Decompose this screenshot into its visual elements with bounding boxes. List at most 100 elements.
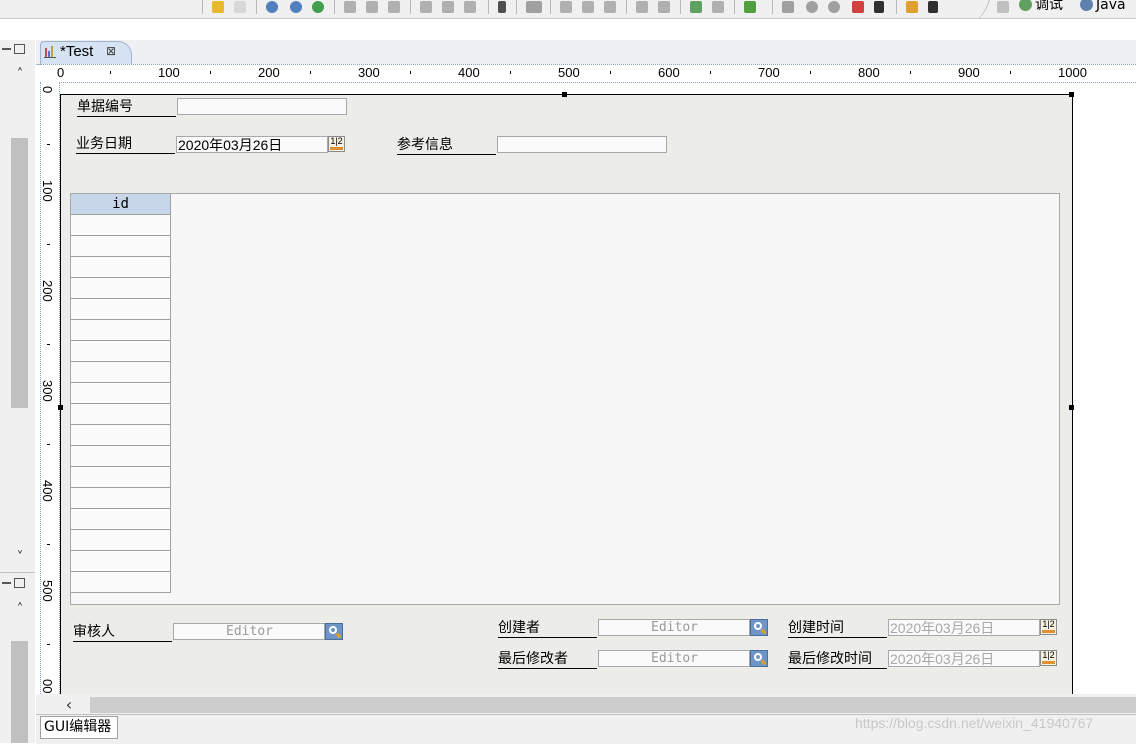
creator-field[interactable]: Editor [598,619,750,636]
reviewer-field[interactable]: Editor [173,623,325,640]
table-row[interactable] [71,362,171,383]
zoom-out-icon[interactable] [290,1,302,13]
calendar-icon[interactable]: 1|2 [1040,650,1057,666]
main-toolbar: 调试 Java [0,0,1136,19]
ruler-icon[interactable] [526,1,542,13]
resize-handle-top-right[interactable] [1069,92,1074,97]
calendar-icon[interactable]: 1|2 [328,136,345,152]
ruler-tick [310,71,311,74]
align-middle-icon[interactable] [442,1,454,13]
distribute-vertical-icon[interactable] [658,1,670,13]
minimize-view-icon[interactable] [2,582,11,584]
layout-table-icon[interactable] [604,1,616,13]
maximize-view-icon[interactable] [14,44,25,54]
business-date-field[interactable]: 2020年03月26日 [176,136,328,153]
creator-lookup-button[interactable] [750,619,768,636]
bill-no-field[interactable] [177,98,347,115]
edit-script-icon[interactable] [712,1,724,13]
ruler-tick [47,344,50,345]
toolbar-separator [488,0,489,14]
deploy-icon[interactable] [744,1,756,13]
table-row[interactable] [71,446,171,467]
resize-handle-right[interactable] [1069,405,1074,410]
vertical-scrollbar-thumb[interactable] [11,138,28,408]
ruler-tick [47,544,50,545]
table-row[interactable] [71,530,171,551]
table-row[interactable] [71,215,171,236]
toolbar-separator [896,0,897,14]
minimize-view-icon[interactable] [2,48,11,50]
last-modifier-field[interactable]: Editor [598,650,750,667]
table-row[interactable] [71,299,171,320]
perspective-debug[interactable]: 调试 [1019,0,1063,13]
table-row[interactable] [71,404,171,425]
table-row[interactable] [71,572,171,593]
table-header-id[interactable]: id [71,194,171,215]
ruler-label: 900 [958,65,980,80]
align-right-icon[interactable] [388,1,400,13]
distribute-icon[interactable] [636,1,648,13]
ruler-tick [410,71,411,74]
table-row[interactable] [71,383,171,404]
ruler-label: 00 [40,679,55,694]
scroll-up-arrow-icon[interactable]: ˄ [12,603,28,617]
undo-icon[interactable] [212,1,224,13]
reviewer-lookup-button[interactable] [325,623,343,640]
calendar-icon[interactable]: 1|2 [1040,619,1057,635]
last-modifier-lookup-button[interactable] [750,650,768,667]
refresh-icon[interactable] [312,1,324,13]
perspective-java[interactable]: Java [1080,0,1126,13]
align-left-icon[interactable] [344,1,356,13]
close-tab-icon[interactable]: ⊠ [106,43,116,59]
scroll-up-arrow-icon[interactable]: ˄ [12,68,28,82]
run-config-icon[interactable] [852,1,864,13]
open-perspective-icon[interactable] [997,1,1009,13]
business-date-label: 业务日期 [76,136,175,154]
table-row[interactable] [71,320,171,341]
step-icon[interactable] [782,1,794,13]
stop-icon[interactable] [828,1,840,13]
table-row[interactable] [71,236,171,257]
zoom-in-icon[interactable] [266,1,278,13]
last-modified-time-field[interactable]: 2020年03月26日 [888,650,1040,667]
view-controls-top [0,44,25,56]
dropdown-arrow-icon[interactable] [874,1,884,13]
table-row[interactable] [71,257,171,278]
ruler-label: 700 [758,65,780,80]
table-row[interactable] [71,509,171,530]
layout-icon[interactable] [560,1,572,13]
align-top-icon[interactable] [420,1,432,13]
debug-perspective-icon [1019,0,1032,11]
data-table[interactable] [70,193,1060,605]
redo-icon[interactable] [234,1,246,13]
layout-grid-icon[interactable] [582,1,594,13]
resize-handle-left[interactable] [58,405,63,410]
table-row[interactable] [71,467,171,488]
calendar-icon-text: 1|2 [1042,650,1055,660]
bill-no-label: 单据编号 [77,99,176,117]
resize-handle-top[interactable] [562,92,567,97]
scroll-down-arrow-icon[interactable]: ˅ [12,551,28,565]
edit-properties-icon[interactable] [690,1,702,13]
table-row[interactable] [71,341,171,362]
table-row[interactable] [71,425,171,446]
align-bottom-icon[interactable] [464,1,476,13]
table-row[interactable] [71,488,171,509]
created-time-field[interactable]: 2020年03月26日 [888,619,1040,636]
same-width-icon[interactable] [498,1,506,13]
resume-icon[interactable] [806,1,818,13]
reference-info-label: 参考信息 [397,137,496,155]
tools-icon[interactable] [906,1,918,13]
horizontal-scrollbar-thumb[interactable] [90,697,1136,713]
table-row[interactable] [71,551,171,572]
vertical-scrollbar-thumb[interactable] [11,641,28,743]
toolbar-separator [410,0,411,14]
maximize-view-icon[interactable] [14,578,25,588]
reference-info-field[interactable] [497,136,667,153]
ruler-tick [210,71,211,74]
ruler-tick [47,644,50,645]
gui-editor-tab[interactable]: GUI编辑器 [40,716,118,739]
table-row[interactable] [71,278,171,299]
align-center-icon[interactable] [366,1,378,13]
scroll-left-arrow-icon[interactable]: ‹ [56,697,82,713]
